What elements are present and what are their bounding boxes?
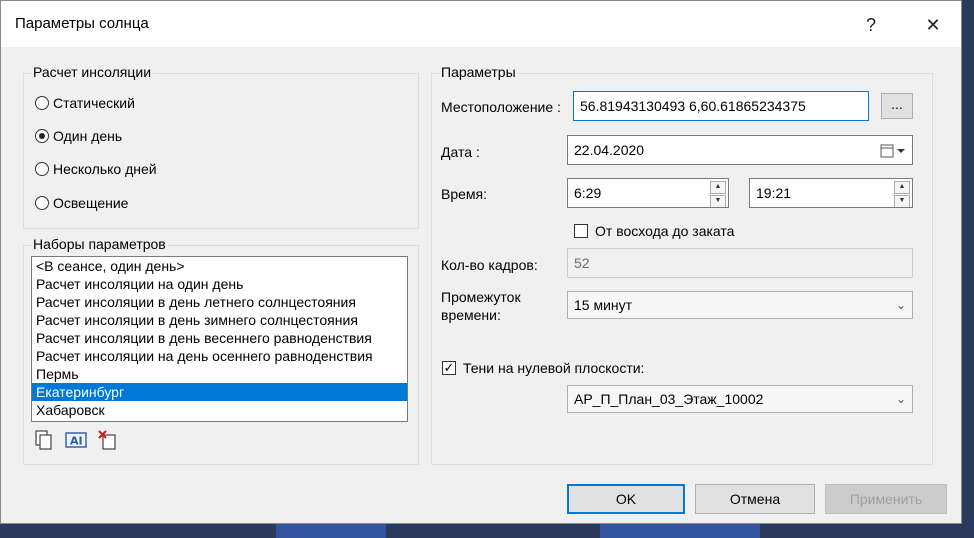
list-item[interactable]: Расчет инсоляции в день весеннего равнод… <box>32 329 407 347</box>
cancel-button[interactable]: Отмена <box>695 484 815 514</box>
ground-shadows-label: Тени на нулевой плоскости: <box>463 360 645 376</box>
close-button[interactable]: ✕ <box>913 9 953 41</box>
ok-button[interactable]: OK <box>567 484 685 514</box>
date-label: Дата : <box>441 144 480 160</box>
svg-text:AI: AI <box>70 435 83 448</box>
interval-select[interactable]: 15 минут ⌄ <box>567 291 913 319</box>
dialog-title: Параметры солнца <box>15 15 149 32</box>
time-start-input[interactable]: 6:29 ▲ ▼ <box>567 178 729 208</box>
time-start-spinner[interactable]: ▲ ▼ <box>710 181 726 207</box>
frames-label: Кол-во кадров: <box>441 257 538 273</box>
presets-list[interactable]: <В сеансе, один день> Расчет инсоляции н… <box>31 256 408 422</box>
radio-label: Освещение <box>53 195 129 211</box>
location-browse-button[interactable]: ... <box>881 93 913 119</box>
title-bar: Параметры солнца ? ✕ <box>1 1 961 47</box>
rename-icon[interactable]: AI <box>65 429 87 451</box>
chevron-down-icon: ⌄ <box>895 392 906 406</box>
spin-down-icon[interactable]: ▼ <box>710 195 726 207</box>
interval-label-line2: времени: <box>441 307 501 323</box>
time-start-value: 6:29 <box>574 185 602 201</box>
calendar-icon[interactable] <box>880 143 906 159</box>
location-label: Местоположение : <box>441 99 561 115</box>
radio-label: Один день <box>53 128 123 144</box>
radio-one-day[interactable]: Один день <box>35 126 122 146</box>
spin-up-icon[interactable]: ▲ <box>894 181 910 194</box>
radio-label: Статический <box>53 95 135 111</box>
radio-selected-dot <box>39 133 45 139</box>
sunrise-checkbox[interactable] <box>574 224 588 238</box>
list-item[interactable]: Расчет инсоляции в день летнего солнцест… <box>32 293 407 311</box>
sun-settings-dialog: Параметры солнца ? ✕ Расчет инсоляции Ст… <box>0 0 962 524</box>
chevron-down-icon: ⌄ <box>895 298 906 312</box>
list-item[interactable]: <В сеансе, один день> <box>32 257 407 275</box>
help-button[interactable]: ? <box>851 9 891 41</box>
list-item[interactable]: Расчет инсоляции на день осеннего равнод… <box>32 347 407 365</box>
time-end-spinner[interactable]: ▲ ▼ <box>894 181 910 207</box>
spin-down-icon[interactable]: ▼ <box>894 195 910 207</box>
backdrop-fragment <box>276 524 386 538</box>
interval-value: 15 минут <box>574 297 633 313</box>
duplicate-icon[interactable] <box>33 429 55 451</box>
location-input[interactable]: 56.81943130493 6,60.61865234375 <box>573 91 869 121</box>
date-picker[interactable]: 22.04.2020 <box>567 135 913 165</box>
radio-button[interactable] <box>35 196 49 210</box>
radio-static[interactable]: Статический <box>35 93 135 113</box>
radio-lighting[interactable]: Освещение <box>35 193 128 213</box>
insolation-group-label: Расчет инсоляции <box>31 64 154 80</box>
time-end-input[interactable]: 19:21 ▲ ▼ <box>749 178 913 208</box>
spin-up-icon[interactable]: ▲ <box>710 181 726 194</box>
date-value: 22.04.2020 <box>574 142 645 158</box>
params-group-label: Параметры <box>439 64 518 80</box>
time-label: Время: <box>441 186 488 202</box>
delete-icon[interactable] <box>97 429 119 451</box>
backdrop-fragment <box>600 524 760 538</box>
apply-button[interactable]: Применить <box>825 484 947 514</box>
list-item[interactable]: Хабаровск <box>32 401 407 419</box>
interval-label-line1: Промежуток <box>441 289 521 305</box>
list-item[interactable]: Расчет инсоляции на один день <box>32 275 407 293</box>
level-value: АР_П_План_03_Этаж_10002 <box>574 391 764 407</box>
ground-shadows-checkbox[interactable]: ✓ <box>442 361 456 375</box>
list-item[interactable]: Расчет инсоляции в день зимнего солнцест… <box>32 311 407 329</box>
level-select[interactable]: АР_П_План_03_Этаж_10002 ⌄ <box>567 385 913 413</box>
radio-button[interactable] <box>35 96 49 110</box>
presets-group-label: Наборы параметров <box>31 236 168 252</box>
radio-multi-day[interactable]: Несколько дней <box>35 159 157 179</box>
radio-label: Несколько дней <box>53 161 157 177</box>
time-end-value: 19:21 <box>756 185 792 201</box>
list-item[interactable]: Пермь <box>32 365 407 383</box>
sunrise-label: От восхода до заката <box>595 223 735 239</box>
radio-button[interactable] <box>35 129 49 143</box>
list-item-selected[interactable]: Екатеринбург <box>32 383 407 401</box>
frames-input: 52 <box>567 248 913 278</box>
radio-button[interactable] <box>35 162 49 176</box>
